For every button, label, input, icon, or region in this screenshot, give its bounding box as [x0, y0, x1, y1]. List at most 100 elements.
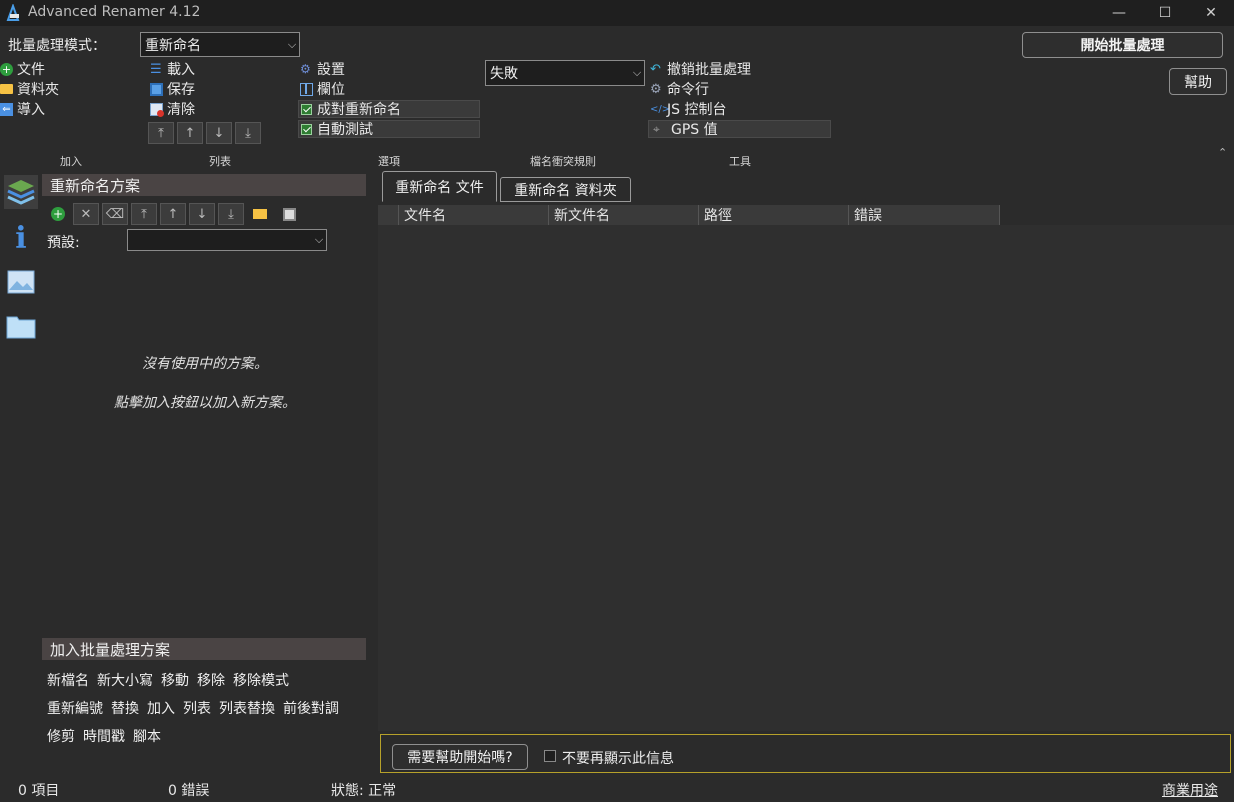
add-methods-header: 加入批量處理方案 [42, 638, 366, 660]
add-folder-label: 資料夾 [17, 82, 59, 98]
undo-label: 撤銷批量處理 [667, 62, 751, 78]
nav-folders[interactable] [4, 309, 38, 343]
help-button[interactable]: 幫助 [1169, 68, 1227, 95]
commercial-use-link[interactable]: 商業用途 [1162, 780, 1218, 800]
maximize-button[interactable]: ☐ [1142, 0, 1188, 26]
tab-rename-folders[interactable]: 重新命名 資料夾 [500, 177, 631, 202]
method-move[interactable]: 移動 [161, 670, 189, 690]
method-remove[interactable]: 移除 [197, 670, 225, 690]
save-list-button[interactable]: 保存 [150, 80, 195, 98]
close-button[interactable]: ✕ [1188, 0, 1234, 26]
method-timestamp[interactable]: 時間戳 [83, 726, 125, 746]
nav-methods[interactable] [4, 175, 38, 209]
move-down-icon[interactable]: ↓ [189, 203, 215, 225]
preset-label: 預設: [47, 235, 80, 251]
column-header-filename[interactable]: 文件名 [398, 205, 548, 225]
auto-test-toggle[interactable]: 自動測試 [298, 120, 480, 138]
method-remove-pattern[interactable]: 移除模式 [233, 670, 289, 690]
import-icon: ⇐ [0, 102, 13, 116]
window-title: Advanced Renamer 4.12 [28, 4, 201, 20]
pair-rename-label: 成對重新命名 [317, 102, 401, 118]
method-new-name[interactable]: 新檔名 [47, 670, 89, 690]
columns-label: 欄位 [317, 82, 345, 98]
dont-show-checkbox[interactable] [544, 750, 556, 762]
checkbox-checked-icon [301, 123, 312, 135]
method-swap[interactable]: 前後對調 [283, 698, 339, 718]
method-trim[interactable]: 修剪 [47, 726, 75, 746]
columns-icon [300, 82, 313, 96]
dont-show-label: 不要再顯示此信息 [562, 751, 674, 767]
minimize-button[interactable]: — [1096, 0, 1142, 26]
clear-list-button[interactable]: 清除 [150, 100, 195, 118]
move-top-icon[interactable]: ⤒ [148, 122, 174, 144]
settings-label: 設置 [317, 62, 345, 78]
method-script[interactable]: 腳本 [133, 726, 161, 746]
method-add[interactable]: 加入 [147, 698, 175, 718]
pair-rename-toggle[interactable]: 成對重新命名 [298, 100, 480, 118]
info-icon: i [15, 220, 27, 256]
gps-label: GPS 值 [671, 122, 718, 138]
methods-panel-header: 重新命名方案 [42, 174, 366, 196]
file-grid-header: 文件名 新文件名 路徑 錯誤 [378, 205, 1000, 225]
js-console-label: JS 控制台 [667, 102, 727, 118]
file-grid-body[interactable] [378, 225, 1234, 731]
add-folder-button[interactable]: 資料夾 [0, 80, 59, 98]
column-header-path[interactable]: 路徑 [698, 205, 848, 225]
column-header-new-filename[interactable]: 新文件名 [548, 205, 698, 225]
move-up-icon[interactable]: ↑ [177, 122, 203, 144]
method-list-replace[interactable]: 列表替換 [219, 698, 275, 718]
remove-method-icon[interactable]: ✕ [73, 203, 99, 225]
command-line-button[interactable]: ⚙ 命令行 [650, 80, 709, 98]
method-replace[interactable]: 替換 [111, 698, 139, 718]
section-conflict-label: 檔名衝突規則 [530, 155, 596, 168]
tab-rename-files[interactable]: 重新命名 文件 [382, 171, 497, 202]
move-up-icon[interactable]: ↑ [160, 203, 186, 225]
method-list[interactable]: 列表 [183, 698, 211, 718]
save-preset-icon[interactable] [276, 203, 302, 225]
columns-button[interactable]: 欄位 [300, 80, 345, 98]
layers-icon [7, 180, 35, 205]
list-icon: ☰ [150, 61, 162, 77]
need-help-button[interactable]: 需要幫助開始嗎? [392, 744, 528, 770]
folder-icon [6, 316, 36, 339]
ribbon-toolbar: 批量處理模式： 重新命名 ⌵ 開始批量處理 幫助 + 文件 資料夾 ⇐ 導入 ☰… [0, 26, 1234, 171]
checkbox-checked-icon [301, 103, 312, 115]
move-bottom-icon[interactable]: ⤓ [218, 203, 244, 225]
clear-icon [150, 102, 164, 117]
import-button[interactable]: ⇐ 導入 [0, 100, 45, 118]
move-top-icon[interactable]: ⤒ [131, 203, 157, 225]
start-batch-button[interactable]: 開始批量處理 [1022, 32, 1223, 58]
nav-images[interactable] [4, 265, 38, 299]
empty-methods-message: 沒有使用中的方案。 [142, 356, 268, 372]
side-nav: i [0, 171, 42, 776]
method-renumber[interactable]: 重新編號 [47, 698, 103, 718]
list-move-buttons: ⤒ ↑ ↓ ⤓ [148, 122, 261, 144]
add-method-icon[interactable]: + [46, 203, 70, 225]
load-list-button[interactable]: ☰ 載入 [150, 60, 195, 78]
command-line-label: 命令行 [667, 82, 709, 98]
move-bottom-icon[interactable]: ⤓ [235, 122, 261, 144]
move-down-icon[interactable]: ↓ [206, 122, 232, 144]
gear-icon: ⚙ [650, 81, 662, 97]
collapse-ribbon-icon[interactable]: ⌃ [1218, 146, 1227, 159]
batch-mode-value: 重新命名 [145, 37, 201, 54]
open-preset-folder-icon[interactable] [247, 203, 273, 225]
section-options-label: 選項 [378, 155, 400, 168]
conflict-rule-select[interactable]: 失敗 ⌵ [485, 60, 645, 86]
methods-row-3: 修剪 時間戳 腳本 [47, 726, 161, 746]
chevron-down-icon: ⌵ [632, 66, 642, 79]
undo-batch-button[interactable]: ↶ 撤銷批量處理 [650, 60, 751, 78]
nav-info[interactable]: i [4, 220, 38, 256]
methods-row-2: 重新編號 替換 加入 列表 列表替換 前後對調 [47, 698, 339, 718]
js-console-button[interactable]: </> JS 控制台 [650, 100, 726, 118]
settings-button[interactable]: ⚙ 設置 [300, 60, 345, 78]
preset-select[interactable]: ⌵ [127, 229, 327, 251]
method-new-case[interactable]: 新大小寫 [97, 670, 153, 690]
batch-mode-select[interactable]: 重新命名 ⌵ [140, 32, 300, 57]
location-pin-icon: ⌖ [653, 121, 660, 136]
add-file-button[interactable]: + 文件 [0, 60, 45, 78]
methods-row-1: 新檔名 新大小寫 移動 移除 移除模式 [47, 670, 289, 690]
gps-values-button[interactable]: ⌖ GPS 值 [648, 120, 831, 138]
remove-all-icon[interactable]: ⌫ [102, 203, 128, 225]
column-header-error[interactable]: 錯誤 [848, 205, 1000, 225]
